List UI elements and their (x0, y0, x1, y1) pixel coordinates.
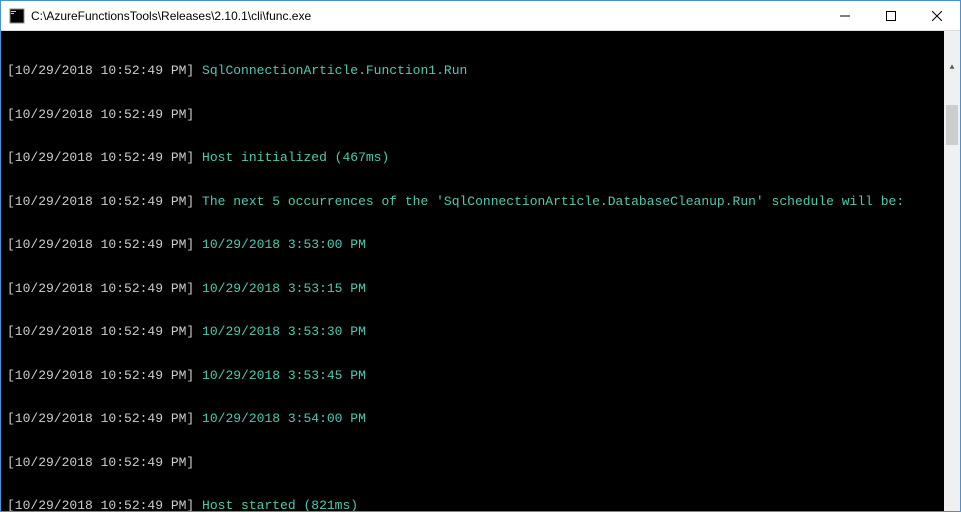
window-controls (822, 1, 960, 30)
scrollbar-thumb[interactable] (946, 105, 958, 145)
minimize-button[interactable] (822, 1, 868, 30)
log-line: [10/29/2018 10:52:49 PM] Host started (8… (7, 499, 954, 511)
log-line: [10/29/2018 10:52:49 PM] SqlConnectionAr… (7, 64, 954, 79)
app-icon (9, 8, 25, 24)
log-line: [10/29/2018 10:52:49 PM] 10/29/2018 3:54… (7, 412, 954, 427)
log-line: [10/29/2018 10:52:49 PM] 10/29/2018 3:53… (7, 369, 954, 384)
close-button[interactable] (914, 1, 960, 30)
maximize-button[interactable] (868, 1, 914, 30)
log-line: [10/29/2018 10:52:49 PM] 10/29/2018 3:53… (7, 282, 954, 297)
terminal-output[interactable]: [10/29/2018 10:52:49 PM] SqlConnectionAr… (1, 31, 960, 511)
log-line: [10/29/2018 10:52:49 PM] The next 5 occu… (7, 195, 954, 210)
vertical-scrollbar[interactable]: ▲ ▼ (944, 31, 960, 511)
log-line: [10/29/2018 10:52:49 PM] 10/29/2018 3:53… (7, 325, 954, 340)
log-line: [10/29/2018 10:52:49 PM] (7, 108, 954, 123)
scroll-up-arrow[interactable]: ▲ (944, 60, 960, 76)
log-line: [10/29/2018 10:52:49 PM] (7, 456, 954, 471)
window-title: C:\AzureFunctionsTools\Releases\2.10.1\c… (31, 9, 822, 23)
log-line: [10/29/2018 10:52:49 PM] 10/29/2018 3:53… (7, 238, 954, 253)
titlebar: C:\AzureFunctionsTools\Releases\2.10.1\c… (1, 1, 960, 31)
log-line: [10/29/2018 10:52:49 PM] Host initialize… (7, 151, 954, 166)
scrollbar-track[interactable] (944, 105, 960, 511)
